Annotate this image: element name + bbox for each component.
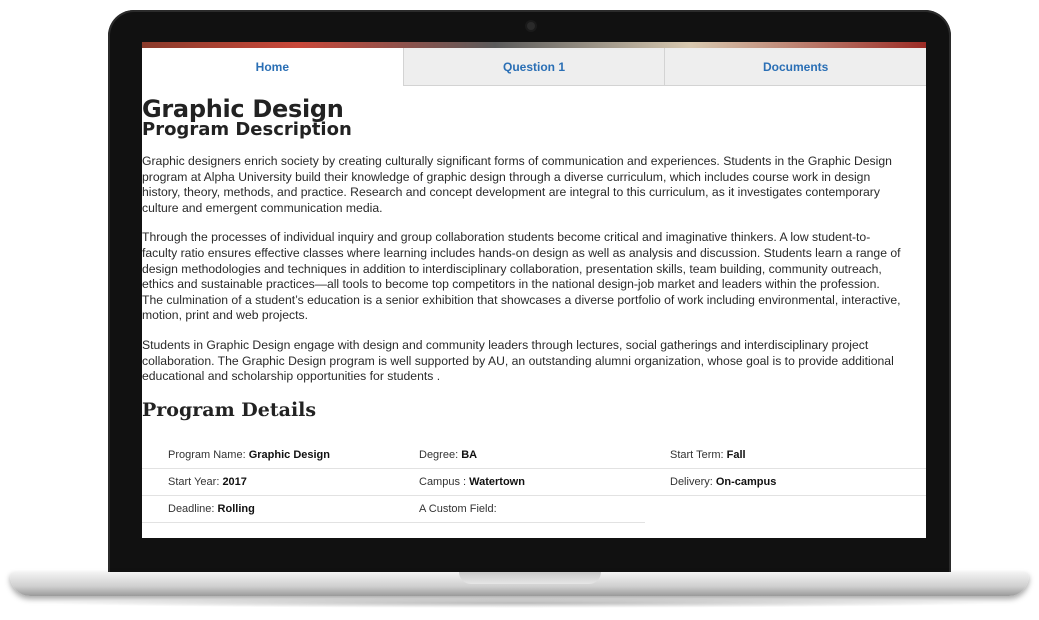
table-row: Program Name: Graphic Design Degree: BA …: [142, 442, 926, 469]
program-details-heading: Program Details: [142, 398, 317, 421]
degree-cell: Degree: BA: [393, 449, 644, 461]
table-row: Deadline: Rolling A Custom Field:: [142, 496, 645, 523]
table-row: Start Year: 2017 Campus : Watertown Deli…: [142, 469, 926, 496]
custom-field-label: A Custom Field:: [419, 503, 497, 515]
degree-value: BA: [461, 449, 478, 461]
page-subtitle: Program Description: [142, 119, 352, 140]
delivery-label: Delivery:: [670, 476, 716, 488]
tab-bar: Home Question 1 Documents: [142, 48, 926, 86]
delivery-value: On-campus: [715, 476, 777, 488]
start-term-value: Fall: [726, 449, 746, 461]
campus-value: Watertown: [469, 476, 525, 488]
main-content: Graphic Design Program Description Graph…: [142, 95, 902, 433]
program-name-label: Program Name:: [168, 449, 249, 461]
start-year-cell: Start Year: 2017: [142, 476, 393, 488]
laptop-opening-notch: [459, 572, 601, 584]
tab-question-1[interactable]: Question 1: [402, 48, 665, 86]
campus-cell: Campus : Watertown: [393, 476, 644, 488]
campus-label: Campus :: [419, 476, 470, 488]
description-paragraph-2: Through the processes of individual inqu…: [142, 230, 901, 323]
start-term-cell: Start Term: Fall: [644, 449, 895, 461]
program-name-value: Graphic Design: [248, 449, 330, 461]
deadline-value: Rolling: [217, 503, 255, 515]
deadline-cell: Deadline: Rolling: [142, 503, 393, 515]
laptop-shadow: [40, 598, 1000, 608]
description-paragraph-1: Graphic designers enrich society by crea…: [142, 154, 892, 215]
start-term-label: Start Term:: [670, 449, 727, 461]
program-details-table: Program Name: Graphic Design Degree: BA …: [142, 442, 926, 523]
browser-screen: Home Question 1 Documents Graphic Design…: [142, 42, 926, 538]
program-name-cell: Program Name: Graphic Design: [142, 449, 393, 461]
description-paragraph-3: Students in Graphic Design engage with d…: [142, 337, 894, 384]
degree-label: Degree:: [419, 449, 462, 461]
start-year-value: 2017: [222, 476, 247, 488]
camera-icon: [527, 22, 535, 30]
tab-home[interactable]: Home: [142, 48, 403, 86]
tab-documents[interactable]: Documents: [664, 48, 926, 86]
custom-field-cell: A Custom Field:: [393, 503, 644, 515]
start-year-label: Start Year:: [168, 476, 223, 488]
deadline-label: Deadline:: [168, 503, 218, 515]
page-title: Graphic Design: [142, 95, 344, 123]
delivery-cell: Delivery: On-campus: [644, 476, 895, 488]
